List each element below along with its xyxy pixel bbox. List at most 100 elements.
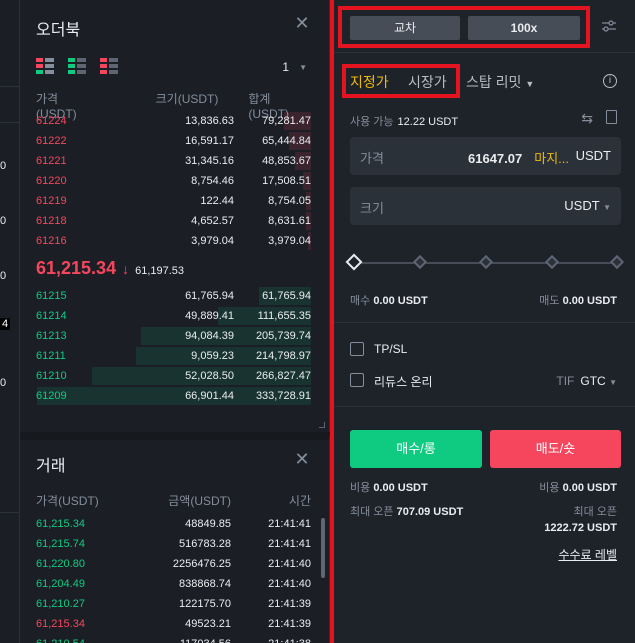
price-input[interactable]: 가격 61647.07 마지... USDT xyxy=(350,137,621,175)
trade-price: 61,204.49 xyxy=(36,578,85,590)
divider xyxy=(334,406,635,407)
tab-limit[interactable]: 지정가 xyxy=(350,72,389,92)
bid-price: 61213 xyxy=(36,330,67,342)
trade-rows: 61,215.34 48849.85 21:41:41 61,215.74 516783… xyxy=(20,514,329,643)
ask-row[interactable]: 61224 13,836.63 79,281.47 xyxy=(20,111,329,131)
ask-row[interactable]: 61218 4,652.57 8,631.61 xyxy=(20,211,329,231)
trades-title: 거래 xyxy=(36,458,66,475)
cost-sell-value: 0.00 USDT xyxy=(562,482,617,494)
bid-row[interactable]: 61214 49,889.41 111,655.35 xyxy=(20,306,329,326)
buy-long-button[interactable]: 매수/롱 xyxy=(350,430,482,468)
bid-price: 61214 xyxy=(36,310,67,322)
close-icon[interactable]: ✕ xyxy=(293,14,311,32)
ask-total: 8,754.05 xyxy=(268,195,311,207)
view-asks-icon[interactable] xyxy=(100,58,118,74)
ask-size: 3,979.04 xyxy=(191,235,234,247)
sell-amount-value: 0.00 USDT xyxy=(562,295,617,307)
cost-buy: 비용 0.00 USDT xyxy=(350,479,428,495)
reduce-only-label: 리듀스 온리 xyxy=(374,375,433,389)
tab-stop-limit[interactable]: 스탑 리밋 ▼ xyxy=(466,72,534,92)
info-icon[interactable]: i xyxy=(603,74,617,88)
ask-row[interactable]: 61219 122.44 8,754.05 xyxy=(20,191,329,211)
strip-tick-highlight: 4 xyxy=(0,318,11,330)
trade-price: 61,220.80 xyxy=(36,558,85,570)
calculator-icon[interactable] xyxy=(606,110,617,124)
trade-time: 21:41:41 xyxy=(268,518,311,530)
bid-rows: 61215 61,765.94 61,765.94 61214 49,889.41 111… xyxy=(20,286,329,406)
price-value-group: 61647.07 마지... xyxy=(468,148,569,167)
trade-amount: 516783.28 xyxy=(179,538,231,550)
bid-price: 61209 xyxy=(36,390,67,402)
max-open-sell-label: 최대 오픈 xyxy=(573,506,617,518)
chevron-down-icon: ▼ xyxy=(299,62,307,72)
bid-row[interactable]: 61209 66,901.44 333,728.91 xyxy=(20,386,329,406)
leverage-button[interactable]: 100x xyxy=(468,16,580,40)
slider-node-0[interactable] xyxy=(345,253,363,271)
chevron-down-icon: ▼ xyxy=(603,203,611,212)
slider-node-75[interactable] xyxy=(544,254,560,270)
bid-row[interactable]: 61213 94,084.39 205,739.74 xyxy=(20,326,329,346)
last-price: 61,215.34 xyxy=(36,258,117,278)
sell-short-button[interactable]: 매도/숏 xyxy=(490,430,621,468)
margin-mode-button[interactable]: 교차 xyxy=(350,16,460,40)
trade-time: 21:41:40 xyxy=(268,578,311,590)
trade-amount: 122175.70 xyxy=(179,598,231,610)
size-unit-select[interactable]: USDT ▼ xyxy=(564,198,611,213)
trade-amount: 48849.85 xyxy=(185,518,231,530)
slider-node-25[interactable] xyxy=(412,254,428,270)
reduce-only-checkbox[interactable] xyxy=(350,373,364,387)
trades-panel: 거래 ✕ 가격(USDT) 금액(USDT) 시간 61,215.34 48849… xyxy=(20,432,330,643)
size-unit: USDT xyxy=(564,198,600,213)
bid-size: 52,028.50 xyxy=(185,370,234,382)
sell-amount: 매도 0.00 USDT xyxy=(539,292,617,308)
buy-amount: 매수 0.00 USDT xyxy=(350,292,428,308)
sell-amount-label: 매도 xyxy=(539,295,560,307)
cost-sell: 비용 0.00 USDT xyxy=(539,479,617,495)
tif-value: GTC xyxy=(580,374,606,388)
slider-node-50[interactable] xyxy=(478,254,494,270)
ask-row[interactable]: 61216 3,979.04 3,979.04 xyxy=(20,231,329,251)
tab-market[interactable]: 시장가 xyxy=(408,72,447,92)
ask-row[interactable]: 61222 16,591.17 65,444.84 xyxy=(20,131,329,151)
resize-handle[interactable] xyxy=(319,422,325,428)
orderbook-view-toggle xyxy=(36,58,118,74)
trades-header: 가격(USDT) 금액(USDT) 시간 xyxy=(36,492,311,509)
ask-price: 61220 xyxy=(36,175,67,187)
ask-row[interactable]: 61220 8,754.46 17,508.51 xyxy=(20,171,329,191)
orderbook-title: 오더북 xyxy=(36,22,81,39)
max-open-sell: 최대 오픈 1222.72 USDT xyxy=(544,503,617,534)
strip-divider xyxy=(0,122,20,123)
strip-divider xyxy=(0,86,20,87)
close-icon[interactable]: ✕ xyxy=(293,450,311,468)
size-input[interactable]: 크기 USDT ▼ xyxy=(350,187,621,225)
size-slider[interactable] xyxy=(345,253,625,271)
last-price-button[interactable]: 마지... xyxy=(534,151,569,166)
price-unit: USDT xyxy=(575,148,611,163)
precision-select[interactable]: 1 ▼ xyxy=(282,60,307,74)
trade-price: 61,215.34 xyxy=(36,618,85,630)
available-value: 12.22 USDT xyxy=(397,116,459,128)
strip-tick: 0 xyxy=(0,377,7,389)
bid-row[interactable]: 61215 61,765.94 61,765.94 xyxy=(20,286,329,306)
bid-size: 94,084.39 xyxy=(185,330,234,342)
bid-row[interactable]: 61211 9,059.23 214,798.97 xyxy=(20,346,329,366)
view-bids-icon[interactable] xyxy=(68,58,86,74)
bid-row[interactable]: 61210 52,028.50 266,827.47 xyxy=(20,366,329,386)
fee-level-link[interactable]: 수수료 레벨 xyxy=(558,546,617,563)
tpsl-checkbox[interactable] xyxy=(350,342,364,356)
bid-price: 61211 xyxy=(36,350,66,362)
scrollbar[interactable] xyxy=(321,518,325,578)
bid-total: 214,798.97 xyxy=(255,350,311,362)
bid-size: 9,059.23 xyxy=(191,350,234,362)
view-both-icon[interactable] xyxy=(36,58,54,74)
settings-sliders-icon[interactable] xyxy=(601,18,617,34)
bid-total: 333,728.91 xyxy=(255,390,311,402)
trade-amount: 49523.21 xyxy=(185,618,231,630)
ask-price: 61219 xyxy=(36,195,67,207)
slider-node-100[interactable] xyxy=(609,254,625,270)
ask-price: 61221 xyxy=(36,155,67,167)
bid-size: 66,901.44 xyxy=(185,390,234,402)
ask-row[interactable]: 61221 31,345.16 48,853.67 xyxy=(20,151,329,171)
tif-select[interactable]: TIF GTC ▼ xyxy=(556,374,617,388)
transfer-icon[interactable]: ⇆ xyxy=(581,110,593,127)
